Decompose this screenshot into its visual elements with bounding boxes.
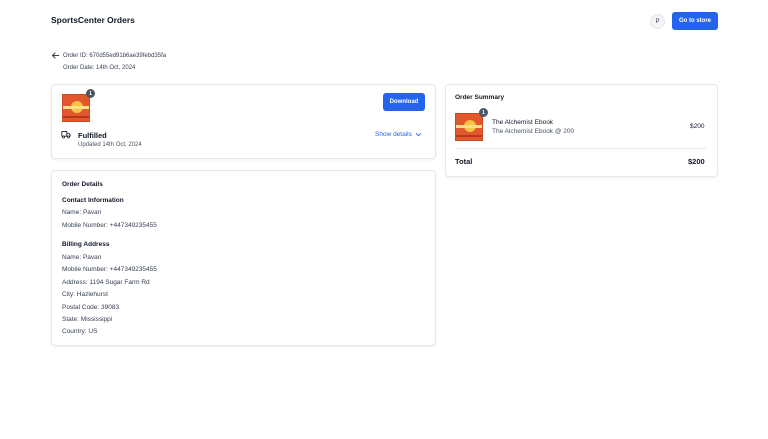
cover-band-art: [456, 125, 482, 128]
total-value: $200: [688, 157, 705, 166]
cover-band-art: [63, 106, 89, 109]
back-arrow-icon[interactable]: [51, 51, 60, 60]
billing-address-line: Address: 1194 Sugar Farm Rd: [62, 279, 150, 286]
billing-country: Country: US: [62, 328, 98, 335]
summary-item-subtitle: The Alchemist Ebook @ 200: [492, 128, 575, 135]
avatar-initial: P: [655, 18, 660, 25]
nav-orders-link[interactable]: Orders: [107, 15, 135, 25]
chevron-down-icon: [415, 133, 421, 137]
billing-address-title: Billing Address: [62, 241, 110, 248]
billing-mobile: Mobile Number: +447349235455: [62, 266, 157, 273]
item-count-text: 1: [89, 90, 92, 97]
summary-divider: [455, 148, 706, 149]
summary-item-price: $200: [690, 123, 705, 130]
status-updated-date: Updated 14th Oct, 2024: [78, 142, 142, 148]
contact-mobile: Mobile Number: +447349235455: [62, 222, 157, 229]
item-count-badge: 1: [86, 89, 95, 98]
summary-item-name: The Alchemist Ebook: [492, 119, 554, 126]
cover-stripe-art: [456, 135, 482, 137]
show-details-label: Show details: [375, 131, 412, 138]
show-details-toggle[interactable]: Show details: [375, 131, 422, 138]
billing-city: City: Hazlehurst: [62, 291, 108, 298]
billing-state: State: Mississippi: [62, 316, 113, 323]
go-to-store-button[interactable]: Go to store: [672, 12, 718, 30]
summary-item-count-text: 1: [482, 109, 485, 116]
fulfillment-status: Fulfilled: [78, 131, 107, 140]
order-id: Order ID: 670d55ed91b6ae39febd35fa: [63, 53, 167, 59]
summary-product-thumbnail: [455, 113, 483, 141]
top-nav: SportsCenter Orders P Go to store: [0, 0, 768, 42]
order-details-title: Order Details: [62, 181, 103, 188]
summary-item-count-badge: 1: [479, 108, 488, 117]
truck-icon: [61, 131, 71, 139]
billing-name: Name: Pavan: [62, 254, 102, 261]
cover-stripe-art: [63, 116, 89, 118]
download-button[interactable]: Download: [383, 93, 425, 111]
contact-name: Name: Pavan: [62, 209, 102, 216]
user-avatar[interactable]: P: [650, 14, 665, 29]
total-label: Total: [455, 157, 473, 166]
billing-postal-code: Postal Code: 39083: [62, 304, 120, 311]
order-date: Order Date: 14th Oct, 2024: [63, 65, 136, 71]
brand-link[interactable]: SportsCenter: [51, 15, 105, 25]
contact-info-title: Contact Information: [62, 197, 124, 204]
order-summary-title: Order Summary: [455, 94, 505, 101]
product-thumbnail: [62, 94, 90, 122]
